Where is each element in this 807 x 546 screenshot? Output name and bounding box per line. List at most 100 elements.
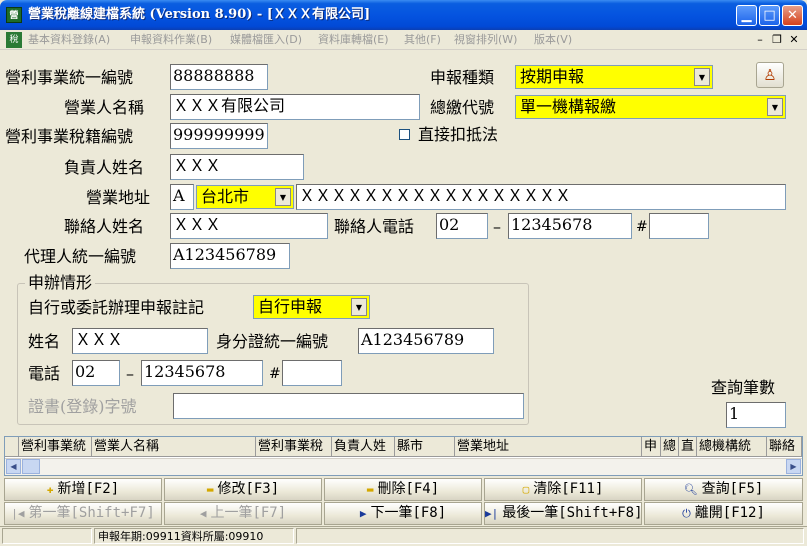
reg-no-label: 營利事業稅籍編號 bbox=[5, 127, 134, 146]
chevron-down-icon[interactable]: ▼ bbox=[351, 298, 367, 316]
contact-phone-ext-field[interactable] bbox=[649, 213, 709, 239]
payment-code-value: 單一機構報繳 bbox=[520, 97, 617, 116]
menu-other[interactable]: 其他(F) bbox=[404, 32, 441, 48]
minimize-button[interactable]: ▁ bbox=[736, 5, 757, 26]
agent-id-field[interactable]: A123456789 bbox=[170, 243, 290, 269]
menu-media-import[interactable]: 媒體檔匯入(D) bbox=[230, 32, 302, 48]
scroll-thumb[interactable] bbox=[22, 459, 40, 474]
mdi-restore-button[interactable]: ❐ bbox=[769, 32, 785, 48]
filer-phone-ext-field[interactable] bbox=[282, 360, 342, 386]
last-record-button[interactable]: ▶| 最後一筆[Shift+F8] bbox=[484, 502, 643, 525]
grid-col-total[interactable]: 總 bbox=[661, 437, 679, 457]
filer-name-label: 姓名 bbox=[28, 332, 61, 351]
city-select[interactable]: 台北市 ▼ bbox=[196, 185, 294, 209]
cert-no-field[interactable] bbox=[173, 393, 524, 419]
exit-button-label: 離開[F12] bbox=[694, 505, 765, 521]
document-icon[interactable]: 稅 bbox=[6, 32, 22, 48]
menu-basic-data[interactable]: 基本資料登錄(A) bbox=[28, 32, 110, 48]
grid-col-city[interactable]: 縣市 bbox=[395, 437, 455, 457]
filing-mode-select[interactable]: 自行申報 ▼ bbox=[253, 295, 370, 319]
scroll-right-icon[interactable]: ▶ bbox=[786, 459, 801, 474]
tax-id-field[interactable]: 88888888 bbox=[170, 64, 268, 90]
business-name-label: 營業人名稱 bbox=[64, 98, 145, 117]
contact-phone-label: 聯絡人電話 bbox=[334, 217, 415, 236]
filer-phone-dash: – bbox=[126, 364, 134, 383]
search-button-label: 查詢[F5] bbox=[701, 481, 764, 497]
city-select-value: 台北市 bbox=[201, 187, 250, 206]
contact-phone-area-field[interactable]: 02 bbox=[436, 213, 488, 239]
filer-phone-hash: # bbox=[269, 366, 281, 382]
mdi-minimize-button[interactable]: – bbox=[752, 32, 768, 48]
payment-code-label: 總繳代號 bbox=[430, 98, 495, 117]
owner-field[interactable]: ＸＸＸ bbox=[170, 154, 304, 180]
address-prefix-field[interactable]: A bbox=[170, 184, 194, 210]
menu-db-convert[interactable]: 資料庫轉檔(E) bbox=[318, 32, 389, 48]
clear-button[interactable]: ▢ 清除[F11] bbox=[484, 478, 642, 501]
contact-name-field[interactable]: ＸＸＸ bbox=[170, 213, 328, 239]
edit-button-label: 修改[F3] bbox=[217, 481, 280, 497]
filing-type-value: 按期申報 bbox=[520, 67, 585, 86]
payment-code-select[interactable]: 單一機構報繳 ▼ bbox=[515, 95, 786, 119]
grid-col-hq-id[interactable]: 總機構統 bbox=[697, 437, 767, 457]
next-record-button[interactable]: ▶ 下一筆[F8] bbox=[324, 502, 482, 525]
exit-button[interactable]: ⏻ 離開[F12] bbox=[644, 502, 803, 525]
direct-deduct-checkbox[interactable] bbox=[399, 129, 410, 140]
tax-id-label: 營利事業統一編號 bbox=[5, 68, 134, 87]
filing-type-label: 申報種類 bbox=[430, 68, 495, 87]
grid-col-contact[interactable]: 聯絡 bbox=[767, 437, 802, 457]
add-button-label: 新增[F2] bbox=[57, 481, 120, 497]
add-button[interactable]: ✚ 新增[F2] bbox=[4, 478, 162, 501]
owner-label: 負責人姓名 bbox=[64, 158, 145, 177]
clear-button-label: 清除[F11] bbox=[533, 481, 604, 497]
close-button[interactable]: ✕ bbox=[782, 5, 803, 26]
chevron-down-icon[interactable]: ▼ bbox=[275, 188, 291, 206]
grid-corner bbox=[5, 437, 19, 457]
menu-filing-data[interactable]: 申報資料作業(B) bbox=[130, 32, 212, 48]
search-person-icon[interactable]: ♙ bbox=[756, 62, 784, 88]
first-record-button[interactable]: |◀ 第一筆[Shift+F7] bbox=[4, 502, 162, 525]
scroll-left-icon[interactable]: ◀ bbox=[6, 459, 21, 474]
maximize-button[interactable]: □ bbox=[759, 5, 780, 26]
mdi-close-button[interactable]: ✕ bbox=[786, 32, 802, 48]
grid-col-filing[interactable]: 申 bbox=[642, 437, 661, 457]
edit-button[interactable]: ▬ 修改[F3] bbox=[164, 478, 322, 501]
filing-mode-label: 自行或委託辦理申報註記 bbox=[28, 298, 205, 317]
grid-col-owner[interactable]: 負責人姓 bbox=[332, 437, 395, 457]
grid-col-address[interactable]: 營業地址 bbox=[455, 437, 642, 457]
business-name-field[interactable]: ＸＸＸ有限公司 bbox=[170, 94, 420, 120]
filer-id-label: 身分證統一編號 bbox=[216, 332, 329, 351]
chevron-down-icon[interactable]: ▼ bbox=[694, 68, 710, 86]
prev-record-button-label: 上一筆[F7] bbox=[210, 505, 287, 521]
status-panel-empty bbox=[2, 528, 92, 544]
filer-phone-number-field[interactable]: 12345678 bbox=[141, 360, 263, 386]
grid-col-direct[interactable]: 直 bbox=[679, 437, 697, 457]
search-button[interactable]: 🔍︎ 查詢[F5] bbox=[644, 478, 803, 501]
window-title: 營業稅離線建檔系統 (Version 8.90) - [ＸＸＸ有限公司] bbox=[28, 7, 371, 22]
status-panel-right bbox=[296, 528, 804, 544]
next-record-button-label: 下一筆[F8] bbox=[370, 505, 447, 521]
contact-phone-number-field[interactable]: 12345678 bbox=[508, 213, 632, 239]
chevron-down-icon[interactable]: ▼ bbox=[767, 98, 783, 116]
grid-col-tax-id[interactable]: 營利事業統 bbox=[19, 437, 92, 457]
filer-phone-area-field[interactable]: 02 bbox=[72, 360, 120, 386]
prev-record-button[interactable]: ◀ 上一筆[F7] bbox=[164, 502, 322, 525]
agent-id-label: 代理人統一編號 bbox=[24, 247, 137, 266]
menu-version[interactable]: 版本(V) bbox=[534, 32, 572, 48]
horizontal-scrollbar[interactable] bbox=[5, 458, 802, 475]
grid-col-reg-no[interactable]: 營利事業稅 bbox=[256, 437, 332, 457]
filer-id-field[interactable]: A123456789 bbox=[358, 328, 494, 354]
status-text: 申報年期:09911資料所屬:09910 bbox=[94, 528, 294, 544]
contact-name-label: 聯絡人姓名 bbox=[64, 217, 145, 236]
delete-button[interactable]: ▬ 刪除[F4] bbox=[324, 478, 482, 501]
cert-no-label: 證書(登錄)字號 bbox=[28, 397, 137, 416]
grid-col-name[interactable]: 營業人名稱 bbox=[92, 437, 256, 457]
query-count-label: 查詢筆數 bbox=[711, 378, 776, 397]
reg-no-field[interactable]: 999999999 bbox=[170, 123, 268, 149]
phone-hash: # bbox=[636, 219, 648, 235]
app-icon: 營 bbox=[6, 7, 22, 23]
filing-type-select[interactable]: 按期申報 ▼ bbox=[515, 65, 713, 89]
group-title: 申辦情形 bbox=[25, 272, 96, 294]
address-field[interactable]: ＸＸＸＸＸＸＸＸＸＸＸＸＸＸＸＸＸ bbox=[296, 184, 786, 210]
filer-name-field[interactable]: ＸＸＸ bbox=[72, 328, 208, 354]
menu-window[interactable]: 視窗排列(W) bbox=[454, 32, 517, 48]
